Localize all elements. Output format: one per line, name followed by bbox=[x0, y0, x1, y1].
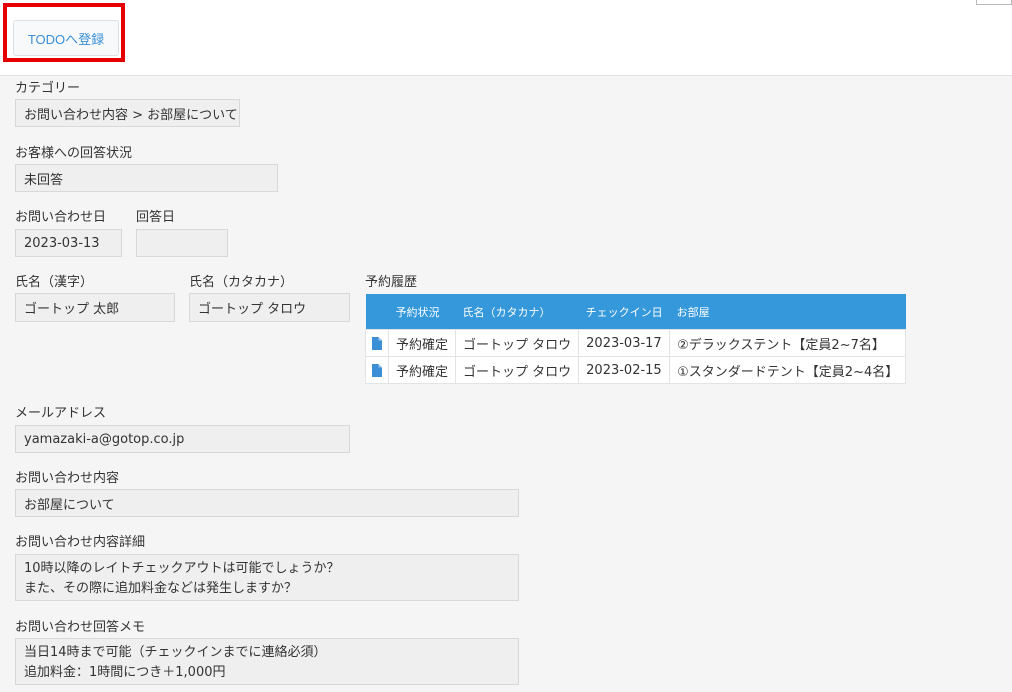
reply-status-field[interactable]: 未回答 bbox=[15, 164, 278, 192]
row-status: 予約確定 bbox=[387, 329, 457, 357]
category-label: カテゴリー bbox=[15, 81, 81, 96]
email-label: メールアドレス bbox=[15, 406, 107, 421]
inquiry-date-label: お問い合わせ日 bbox=[15, 210, 107, 225]
row-icon-cell[interactable] bbox=[365, 356, 389, 384]
row-room: ②デラックステント【定員2~7名】 bbox=[669, 329, 907, 357]
name-kana-label: 氏名（カタカナ） bbox=[189, 275, 294, 290]
inquiry-date-field[interactable]: 2023-03-13 bbox=[15, 229, 122, 257]
document-icon[interactable] bbox=[372, 363, 382, 377]
inquiry-content-label: お問い合わせ内容 bbox=[15, 471, 120, 486]
name-kanji-label: 氏名（漢字） bbox=[15, 275, 94, 290]
reply-memo-label: お問い合わせ回答メモ bbox=[15, 620, 146, 635]
reply-date-field[interactable] bbox=[136, 229, 228, 257]
corner-tab bbox=[976, 0, 1012, 5]
reservation-header-row: 予約状況 氏名（カタカナ） チェックイン日 お部屋 bbox=[365, 294, 906, 330]
header-status: 予約状況 bbox=[388, 294, 456, 330]
reply-memo-line: 当日14時まで可能（チェックインまでに連絡必須） bbox=[24, 645, 327, 660]
inquiry-detail-line: 10時以降のレイトチェックアウトは可能でしょうか？ bbox=[24, 561, 340, 576]
header-name-kana: 氏名（カタカナ） bbox=[455, 294, 579, 330]
inquiry-content-field[interactable]: お部屋について bbox=[15, 489, 519, 517]
row-checkin: 2023-02-15 bbox=[578, 356, 671, 384]
inquiry-detail-line: また、その際に追加料金などは発生しますか？ bbox=[24, 581, 298, 596]
row-name: ゴートップ タロウ bbox=[455, 329, 580, 357]
row-room: ①スタンダードテント【定員2~4名】 bbox=[669, 356, 907, 384]
inquiry-detail-label: お問い合わせ内容詳細 bbox=[15, 535, 146, 550]
todo-register-button[interactable]: TODOへ登録 bbox=[13, 20, 119, 56]
table-row[interactable]: 予約確定 ゴートップ タロウ 2023-03-17 ②デラックステント【定員2~… bbox=[365, 329, 907, 357]
reservation-table: 予約状況 氏名（カタカナ） チェックイン日 お部屋 予約確定 ゴートップ タロウ… bbox=[365, 294, 907, 384]
reply-status-label: お客様への回答状況 bbox=[15, 146, 133, 161]
header-icon-col bbox=[365, 294, 389, 330]
inquiry-detail-field[interactable]: 10時以降のレイトチェックアウトは可能でしょうか？ また、その際に追加料金などは… bbox=[15, 554, 519, 601]
name-kana-field[interactable]: ゴートップ タロウ bbox=[189, 293, 350, 322]
category-field[interactable]: お問い合わせ内容 > お部屋について bbox=[15, 99, 240, 127]
reply-memo-line: 追加料金：1時間につき＋1,000円 bbox=[24, 665, 226, 680]
row-checkin: 2023-03-17 bbox=[578, 329, 671, 357]
row-status: 予約確定 bbox=[387, 356, 457, 384]
name-kanji-field[interactable]: ゴートップ 太郎 bbox=[15, 293, 175, 322]
table-row[interactable]: 予約確定 ゴートップ タロウ 2023-02-15 ①スタンダードテント【定員2… bbox=[365, 356, 907, 384]
header-room: お部屋 bbox=[669, 294, 906, 330]
reply-memo-field[interactable]: 当日14時まで可能（チェックインまでに連絡必須） 追加料金：1時間につき＋1,0… bbox=[15, 638, 519, 685]
row-icon-cell[interactable] bbox=[365, 329, 389, 357]
email-field[interactable]: yamazaki-a@gotop.co.jp bbox=[15, 425, 350, 453]
row-name: ゴートップ タロウ bbox=[455, 356, 580, 384]
top-bar: TODOへ登録 bbox=[0, 0, 1012, 76]
reservation-history-label: 予約履歴 bbox=[365, 275, 418, 290]
header-checkin: チェックイン日 bbox=[578, 294, 670, 330]
reply-date-label: 回答日 bbox=[136, 210, 176, 225]
document-icon[interactable] bbox=[372, 336, 382, 350]
